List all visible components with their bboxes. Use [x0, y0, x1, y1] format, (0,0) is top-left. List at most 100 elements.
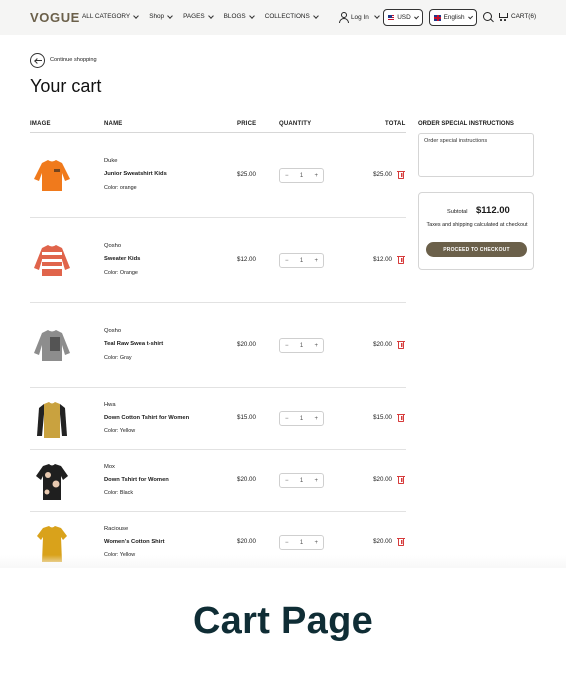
chevron-down-icon: [312, 12, 319, 19]
site-logo[interactable]: VOGUE: [30, 10, 80, 25]
product-image[interactable]: [30, 238, 74, 282]
nav-pages[interactable]: PAGES: [183, 12, 214, 20]
minus-button[interactable]: −: [285, 173, 289, 179]
quantity-stepper: − 1 +: [279, 535, 324, 550]
instructions-textarea[interactable]: Order special instructions: [418, 133, 534, 177]
quantity-stepper: − 1 +: [279, 338, 324, 353]
plus-button[interactable]: +: [314, 343, 318, 349]
quantity-stepper: − 1 +: [279, 473, 324, 488]
product-image[interactable]: [30, 460, 74, 504]
nav-blogs[interactable]: BLOGS: [223, 12, 255, 20]
nav-label: COLLECTIONS: [264, 13, 310, 20]
uk-flag-icon: [434, 14, 441, 21]
minus-button[interactable]: −: [285, 258, 289, 264]
main-nav: ALL CATEGORY Shop PAGES BLOGS COLLECTION…: [82, 12, 329, 20]
line-total: $20.00: [373, 341, 392, 348]
product-vendor: Hwa: [104, 402, 116, 408]
col-header-name: NAME: [104, 121, 123, 127]
product-vendor: Qosho: [104, 328, 122, 334]
trash-icon[interactable]: [397, 255, 405, 264]
nav-all-category[interactable]: ALL CATEGORY: [82, 12, 140, 20]
plus-button[interactable]: +: [314, 416, 318, 422]
cart-icon: [498, 12, 508, 21]
chevron-down-icon: [167, 12, 173, 19]
product-color: Color: Orange: [104, 270, 138, 276]
line-total: $12.00: [373, 256, 392, 263]
trash-icon[interactable]: [397, 537, 405, 546]
plus-button[interactable]: +: [314, 478, 318, 484]
product-image[interactable]: [30, 398, 74, 442]
login-link[interactable]: Log In: [339, 12, 380, 23]
tax-note: Taxes and shipping calculated at checkou…: [426, 222, 528, 228]
minus-button[interactable]: −: [285, 540, 289, 546]
line-total: $20.00: [373, 538, 392, 545]
product-vendor: Raciouse: [104, 526, 129, 532]
site-header: VOGUE ALL CATEGORY Shop PAGES BLOGS COLL…: [0, 0, 566, 35]
product-name[interactable]: Women's Cotton Shirt: [104, 539, 165, 545]
product-name[interactable]: Down Cotton Tshirt for Women: [104, 415, 189, 421]
page-title: Your cart: [30, 76, 102, 96]
line-total: $20.00: [373, 476, 392, 483]
back-arrow-button[interactable]: [30, 53, 45, 68]
login-label: Log In: [351, 13, 369, 21]
quantity-value[interactable]: 1: [300, 258, 303, 264]
product-image[interactable]: [30, 323, 74, 367]
currency-label: USD: [397, 14, 411, 21]
chevron-down-icon: [373, 13, 380, 19]
product-name[interactable]: Teal Raw Swea t-shirt: [104, 341, 163, 347]
product-color: Color: orange: [104, 185, 137, 191]
chevron-down-icon: [467, 13, 473, 20]
continue-shopping-link[interactable]: Continue shopping: [50, 57, 97, 63]
table-row: Qosho Teal Raw Swea t-shirt Color: Gray …: [30, 303, 406, 388]
quantity-value[interactable]: 1: [300, 540, 303, 546]
quantity-value[interactable]: 1: [300, 478, 303, 484]
instructions-title: ORDER SPECIAL INSTRUCTIONS: [418, 121, 514, 127]
trash-icon[interactable]: [397, 340, 405, 349]
nav-shop[interactable]: Shop: [149, 12, 173, 20]
order-summary: Subtotal $112.00 Taxes and shipping calc…: [418, 192, 534, 270]
quantity-value[interactable]: 1: [300, 173, 303, 179]
currency-select[interactable]: USD: [383, 9, 423, 26]
search-icon[interactable]: [483, 12, 494, 23]
product-price: $20.00: [237, 341, 256, 348]
plus-button[interactable]: +: [314, 173, 318, 179]
quantity-value[interactable]: 1: [300, 343, 303, 349]
quantity-stepper: − 1 +: [279, 253, 324, 268]
product-image[interactable]: [30, 153, 74, 197]
chevron-down-icon: [248, 12, 255, 19]
trash-icon[interactable]: [397, 170, 405, 179]
plus-button[interactable]: +: [314, 540, 318, 546]
product-price: $25.00: [237, 171, 256, 178]
nav-label: Shop: [149, 13, 165, 20]
product-price: $20.00: [237, 538, 256, 545]
product-vendor: Qosho: [104, 243, 122, 249]
line-total: $15.00: [373, 414, 392, 421]
col-header-image: IMAGE: [30, 121, 51, 127]
product-price: $20.00: [237, 476, 256, 483]
subtotal-label: Subtotal: [447, 209, 468, 215]
product-name[interactable]: Sweater Kids: [104, 256, 140, 262]
nav-collections[interactable]: COLLECTIONS: [264, 12, 319, 20]
minus-button[interactable]: −: [285, 478, 289, 484]
product-price: $15.00: [237, 414, 256, 421]
chevron-down-icon: [413, 13, 419, 20]
quantity-value[interactable]: 1: [300, 416, 303, 422]
cart-link[interactable]: CART(6): [498, 12, 536, 21]
chevron-down-icon: [207, 12, 214, 19]
table-row: Hwa Down Cotton Tshirt for Women Color: …: [30, 388, 406, 450]
quantity-stepper: − 1 +: [279, 168, 324, 183]
checkout-button[interactable]: PROCEED TO CHECKOUT: [426, 242, 527, 257]
minus-button[interactable]: −: [285, 416, 289, 422]
trash-icon[interactable]: [397, 413, 405, 422]
language-select[interactable]: English: [429, 9, 477, 26]
plus-button[interactable]: +: [314, 258, 318, 264]
nav-label: BLOGS: [223, 13, 246, 20]
line-total: $25.00: [373, 171, 392, 178]
table-row: Mox Down Tshirt for Women Color: Black $…: [30, 450, 406, 512]
minus-button[interactable]: −: [285, 343, 289, 349]
product-name[interactable]: Down Tshirt for Women: [104, 477, 169, 483]
trash-icon[interactable]: [397, 475, 405, 484]
product-name[interactable]: Junior Sweatshirt Kids: [104, 171, 167, 177]
table-row: Duke Junior Sweatshirt Kids Color: orang…: [30, 133, 406, 218]
banner-title: Cart Page: [192, 600, 374, 642]
